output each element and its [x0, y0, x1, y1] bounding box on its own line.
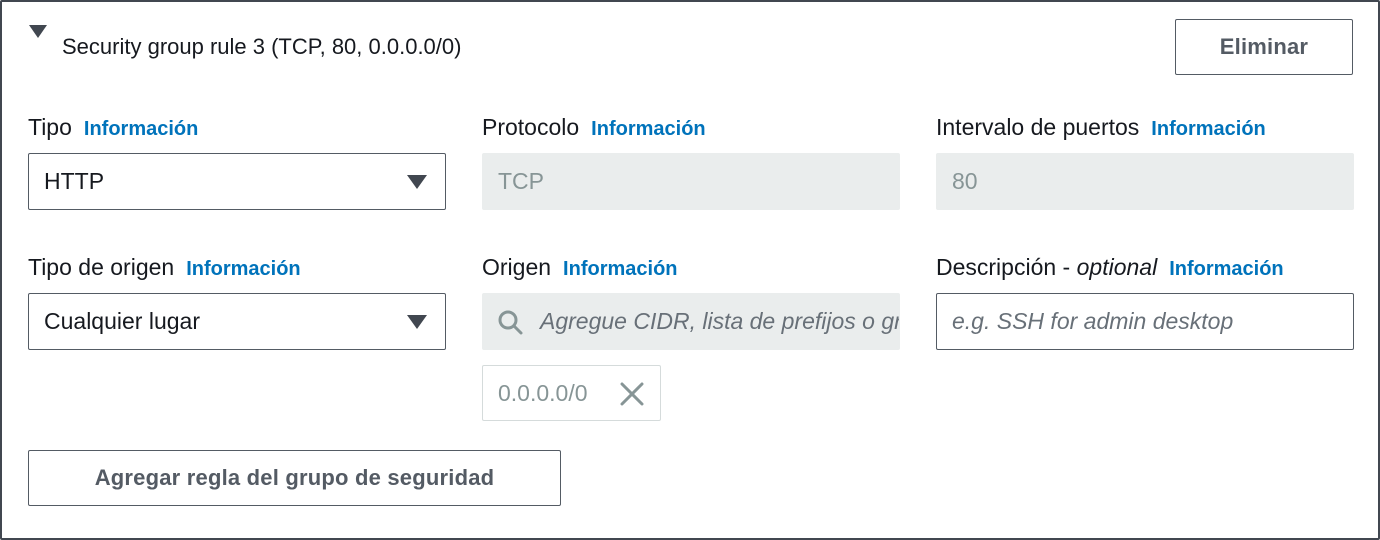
descripcion-label: Descripción - optional Información — [936, 252, 1284, 284]
descripcion-optional-text: optional — [1076, 254, 1158, 280]
security-group-rule-panel: Security group rule 3 (TCP, 80, 0.0.0.0/… — [0, 0, 1380, 540]
intervalo-field-value: 80 — [952, 168, 978, 194]
intervalo-label: Intervalo de puertos Información — [936, 112, 1266, 144]
origen-token: 0.0.0.0/0 — [482, 365, 661, 421]
protocolo-field-value: TCP — [498, 168, 544, 194]
tipo-info-link[interactable]: Información — [84, 114, 198, 144]
tipo-label-text: Tipo — [28, 114, 72, 140]
collapse-caret-icon[interactable] — [29, 25, 47, 38]
descripcion-input[interactable]: e.g. SSH for admin desktop — [936, 293, 1354, 350]
search-icon — [496, 308, 524, 336]
tipo-label: Tipo Información — [28, 112, 198, 144]
tipo-select[interactable]: HTTP — [28, 153, 446, 210]
origen-search-placeholder: Agregue CIDR, lista de prefijos o grupo … — [540, 308, 900, 334]
tipo-select-value: HTTP — [44, 168, 105, 194]
descripcion-label-text: Descripción - — [936, 254, 1077, 280]
descripcion-placeholder: e.g. SSH for admin desktop — [952, 308, 1234, 334]
add-security-group-rule-button[interactable]: Agregar regla del grupo de seguridad — [28, 450, 561, 506]
protocolo-field: TCP — [482, 153, 900, 210]
descripcion-info-link[interactable]: Información — [1169, 254, 1283, 284]
dropdown-caret-icon — [407, 175, 427, 189]
protocolo-info-link[interactable]: Información — [591, 114, 705, 144]
delete-button[interactable]: Eliminar — [1175, 19, 1353, 75]
dropdown-caret-icon — [407, 315, 427, 329]
tipo-origen-label: Tipo de origen Información — [28, 252, 301, 284]
origen-search-input[interactable]: Agregue CIDR, lista de prefijos o grupo … — [482, 293, 900, 350]
intervalo-label-text: Intervalo de puertos — [936, 114, 1140, 140]
origen-label: Origen Información — [482, 252, 678, 284]
rule-title[interactable]: Security group rule 3 (TCP, 80, 0.0.0.0/… — [62, 32, 461, 62]
protocolo-label: Protocolo Información — [482, 112, 706, 144]
origen-label-text: Origen — [482, 254, 552, 280]
origen-info-link[interactable]: Información — [563, 254, 677, 284]
intervalo-info-link[interactable]: Información — [1151, 114, 1265, 144]
tipo-origen-select[interactable]: Cualquier lugar — [28, 293, 446, 350]
tipo-origen-label-text: Tipo de origen — [28, 254, 175, 280]
intervalo-field: 80 — [936, 153, 1354, 210]
origen-token-value: 0.0.0.0/0 — [498, 379, 588, 406]
tipo-origen-info-link[interactable]: Información — [186, 254, 300, 284]
close-icon[interactable] — [619, 381, 645, 407]
protocolo-label-text: Protocolo — [482, 114, 580, 140]
tipo-origen-select-value: Cualquier lugar — [44, 308, 200, 334]
